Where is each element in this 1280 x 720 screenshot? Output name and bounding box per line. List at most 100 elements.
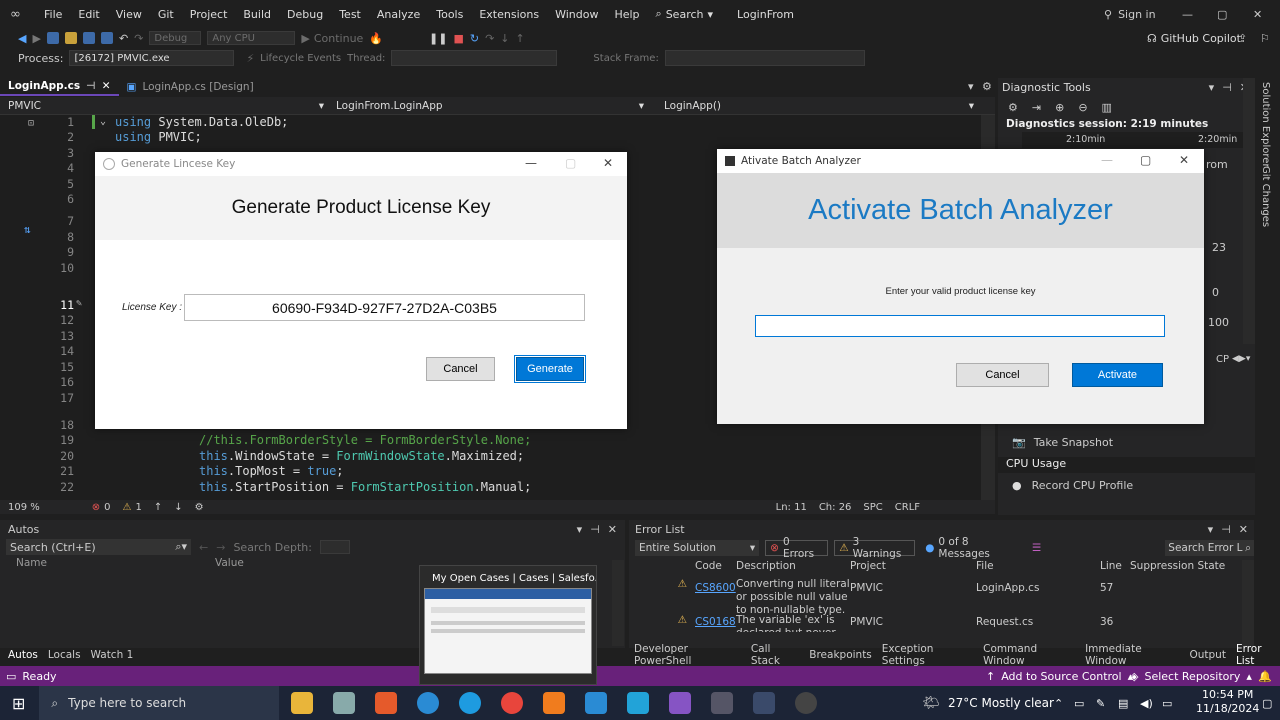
autos-scrollbar[interactable] bbox=[612, 560, 624, 646]
zoom-out-icon[interactable]: ⊖ bbox=[1078, 101, 1087, 114]
column-number[interactable]: Ch: 26 bbox=[819, 502, 852, 513]
close-icon[interactable]: ✕ bbox=[603, 156, 613, 170]
process-select[interactable]: [26172] PMVIC.exe bbox=[69, 50, 235, 66]
col-description[interactable]: Description bbox=[736, 560, 850, 572]
pause-icon[interactable]: ❚❚ bbox=[429, 32, 447, 45]
select-repository[interactable]: ◈ Select Repository ▴ bbox=[1130, 670, 1252, 683]
maximize-icon[interactable]: ▢ bbox=[1140, 153, 1151, 167]
weather-text[interactable]: 27°C Mostly clear bbox=[948, 696, 1054, 710]
license-key-field[interactable]: 60690-F934D-927F7-27D2A-C03B5 bbox=[184, 294, 585, 321]
tab-loginapp-cs[interactable]: LoginApp.cs ⊣ ✕ bbox=[0, 78, 119, 96]
feedback-icon[interactable]: ⚐ bbox=[1260, 32, 1270, 45]
tab-close-icon[interactable]: ✕ bbox=[102, 80, 111, 92]
error-row[interactable]: ⚠ CS0168 The variable 'ex' is declared b… bbox=[629, 614, 1254, 632]
diag-scrollbar[interactable] bbox=[1243, 78, 1255, 344]
line-ending[interactable]: CRLF bbox=[895, 502, 920, 513]
scope-select[interactable]: Entire Solution ▾ bbox=[635, 540, 760, 556]
errorlist-scrollbar[interactable] bbox=[1242, 560, 1254, 646]
error-row[interactable]: ⚠ CS8600 Converting null literal or poss… bbox=[629, 574, 1254, 616]
close-icon[interactable]: ✕ bbox=[1253, 8, 1262, 21]
minimize-icon[interactable]: — bbox=[1101, 153, 1113, 167]
warning-count[interactable]: ⚠ 1 bbox=[123, 502, 142, 513]
messages-filter[interactable]: ● 0 of 8 Messages bbox=[921, 536, 1026, 560]
menu-tools[interactable]: Tools bbox=[428, 8, 471, 21]
tab-breakpoints[interactable]: Breakpoints bbox=[809, 649, 872, 661]
error-code[interactable]: CS0168 bbox=[695, 614, 736, 628]
tab-command-window[interactable]: Command Window bbox=[983, 643, 1075, 667]
cleanup-icon[interactable]: ⚙ bbox=[195, 502, 204, 513]
brave-icon[interactable] bbox=[375, 692, 398, 714]
autos-search-input[interactable]: Search (Ctrl+E) ⌕▾ bbox=[6, 539, 191, 555]
tab-locals[interactable]: Locals bbox=[48, 649, 81, 661]
code-line[interactable]: using PMVIC; bbox=[115, 130, 202, 144]
dotnet-icon[interactable] bbox=[753, 692, 776, 714]
menu-help[interactable]: Help bbox=[606, 8, 647, 21]
panel-close-icon[interactable]: ✕ bbox=[608, 523, 617, 536]
app-icon[interactable] bbox=[333, 692, 356, 714]
zoom-in-icon[interactable]: ⊕ bbox=[1055, 101, 1064, 114]
collapse-icon[interactable]: ⌄ bbox=[100, 116, 106, 127]
save-icon[interactable] bbox=[82, 32, 95, 44]
network-icon[interactable]: ▤ bbox=[1118, 697, 1128, 710]
chevron-down-icon[interactable]: ▾ bbox=[577, 523, 583, 536]
menu-file[interactable]: File bbox=[36, 8, 70, 21]
obs-icon[interactable] bbox=[795, 692, 818, 714]
notification-center-icon[interactable]: ▢ bbox=[1262, 697, 1272, 710]
vscode-icon[interactable] bbox=[585, 692, 608, 714]
menu-test[interactable]: Test bbox=[331, 8, 369, 21]
config-select[interactable]: Debug bbox=[149, 31, 202, 45]
take-snapshot-button[interactable]: 📷 Take Snapshot bbox=[1012, 436, 1113, 449]
maximize-icon[interactable]: ▢ bbox=[565, 156, 576, 170]
filter-icon[interactable]: ☰ bbox=[1032, 542, 1041, 554]
col-suppression[interactable]: Suppression State bbox=[1130, 560, 1225, 572]
add-source-control[interactable]: ↑ Add to Source Control ▴ bbox=[986, 670, 1133, 683]
taskbar-search[interactable]: ⌕ Type here to search bbox=[39, 686, 280, 720]
error-count[interactable]: ⊗ 0 bbox=[92, 502, 111, 513]
col-line[interactable]: Line bbox=[1100, 560, 1130, 572]
pin-icon[interactable]: ⊣ bbox=[590, 523, 600, 536]
pin-icon[interactable]: ⊣ bbox=[1221, 523, 1231, 536]
back-icon[interactable]: ← bbox=[199, 541, 208, 554]
tab-overflow-icon[interactable]: ▾ bbox=[968, 80, 974, 93]
menu-debug[interactable]: Debug bbox=[279, 8, 331, 21]
skype-icon[interactable] bbox=[459, 692, 482, 714]
settings-icon[interactable]: ⚙ bbox=[982, 80, 992, 93]
back-icon[interactable]: ◀ bbox=[18, 32, 26, 45]
partial-cp-tab[interactable]: CP bbox=[1216, 354, 1229, 365]
errors-filter[interactable]: ⊗ 0 Errors bbox=[765, 536, 829, 560]
visual-studio-icon[interactable] bbox=[669, 692, 692, 714]
continue-button[interactable]: ▶ Continue bbox=[301, 32, 363, 45]
step-into-icon[interactable]: ↓ bbox=[500, 32, 509, 45]
menu-analyze[interactable]: Analyze bbox=[369, 8, 428, 21]
code-line[interactable]: this.WindowState = FormWindowState.Maxim… bbox=[199, 449, 524, 463]
warnings-filter[interactable]: ⚠ 3 Warnings bbox=[834, 536, 916, 560]
menu-git[interactable]: Git bbox=[150, 8, 182, 21]
menu-build[interactable]: Build bbox=[235, 8, 279, 21]
menu-project[interactable]: Project bbox=[182, 8, 236, 21]
edge-icon[interactable] bbox=[417, 692, 440, 714]
app2-icon[interactable] bbox=[627, 692, 650, 714]
tab-error-list[interactable]: Error List bbox=[1236, 643, 1280, 667]
sign-in-link[interactable]: ⚲ Sign in bbox=[1104, 8, 1156, 21]
generate-button[interactable]: Generate bbox=[514, 355, 586, 383]
col-file[interactable]: File bbox=[976, 560, 1100, 572]
line-number[interactable]: Ln: 11 bbox=[776, 502, 807, 513]
battery-icon[interactable]: ▭ bbox=[1162, 697, 1172, 710]
license-key-input[interactable] bbox=[755, 315, 1165, 337]
undo-icon[interactable]: ↶ bbox=[119, 32, 128, 45]
tab-output[interactable]: Output bbox=[1189, 649, 1225, 661]
member-dropdown[interactable]: LoginApp() ▾ bbox=[650, 100, 980, 112]
code-line[interactable]: //this.FormBorderStyle = FormBorderStyle… bbox=[199, 433, 531, 447]
tab-loginapp-design[interactable]: ▣ LoginApp.cs [Design] bbox=[119, 78, 262, 96]
step-out-icon[interactable]: ↑ bbox=[516, 32, 525, 45]
settings-icon[interactable]: ⚙ bbox=[1008, 101, 1018, 114]
activate-button[interactable]: Activate bbox=[1072, 363, 1163, 387]
taskbar-thumbnail[interactable]: My Open Cases | Cases | Salesfo... bbox=[419, 565, 597, 685]
class-dropdown[interactable]: LoginFrom.LoginApp ▾ bbox=[330, 100, 650, 112]
col-code[interactable]: Code bbox=[695, 560, 736, 572]
cancel-button[interactable]: Cancel bbox=[956, 363, 1049, 387]
minimize-icon[interactable]: — bbox=[1182, 8, 1193, 21]
volume-icon[interactable]: ◀) bbox=[1140, 697, 1153, 710]
clock[interactable]: 10:54 PM 11/18/2024 bbox=[1196, 688, 1259, 716]
code-line[interactable]: this.StartPosition = FormStartPosition.M… bbox=[199, 480, 531, 494]
